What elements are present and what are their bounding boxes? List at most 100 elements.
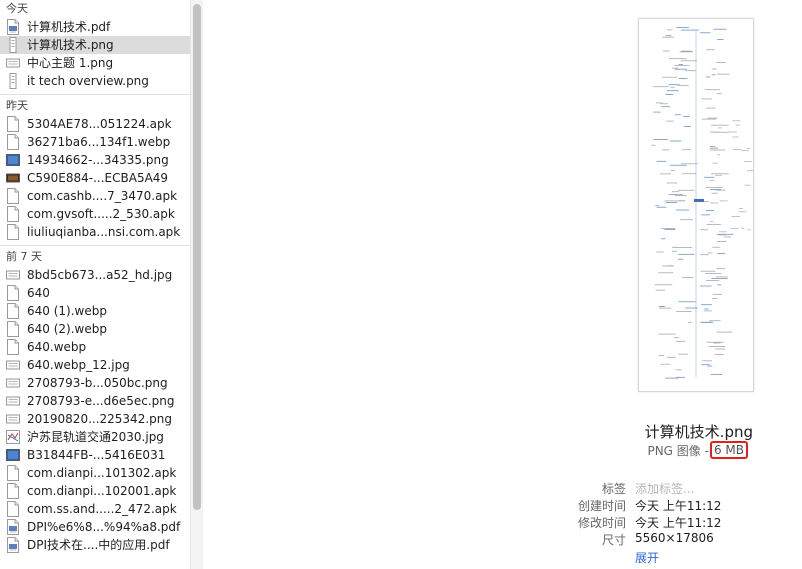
mindmap-mark [716,331,733,333]
file-item[interactable]: com.ss.and.....2_472.apk [0,500,190,518]
mindmap-mark [663,50,670,52]
mindmap-mark [654,205,660,207]
file-item[interactable]: C590E884-...ECBA5A49 [0,169,190,187]
blank-file-icon [6,188,20,204]
group-separator [0,94,190,95]
mindmap-mark [662,76,677,78]
file-item[interactable]: com.gvsoft.....2_530.apk [0,205,190,223]
file-item[interactable]: DPI技术在....中的应用.pdf [0,536,190,554]
mindmap-mark [706,341,724,343]
mindmap-mark [678,353,689,355]
file-item[interactable]: 5304AE78...051224.apk [0,115,190,133]
mindmap-mark [701,118,716,120]
mindmap-mark [679,219,693,221]
file-item[interactable]: it tech overview.png [0,72,190,90]
expand-link[interactable]: 展开 [635,549,659,566]
file-item[interactable]: 2708793-e...d6e5ec.png [0,392,190,410]
mindmap-mark [665,377,679,379]
mindmap-mark [712,298,718,299]
file-item[interactable]: 14934662-...34335.png [0,151,190,169]
file-item-label: it tech overview.png [27,74,149,88]
scrollbar-thumb[interactable] [193,4,201,510]
mindmap-mark [739,211,747,213]
file-item[interactable]: B31844FB-...5416E031 [0,446,190,464]
mindmap-mark [700,32,711,34]
file-item[interactable]: 640 (2).webp [0,320,190,338]
mindmap-mark [713,28,727,30]
mindmap-mark [711,68,717,70]
file-size-highlighted: 6 MB [709,441,748,459]
mindmap-mark [687,321,693,323]
mindmap-mark [674,195,687,197]
mindmap-mark [664,229,676,230]
mindmap-mark [660,363,671,365]
file-item-label: 2708793-e...d6e5ec.png [27,394,175,408]
image-thumbnail[interactable] [638,18,754,392]
file-item[interactable]: DPI%e6%8...%94%a8.pdf [0,518,190,536]
mindmap-mark [676,27,689,28]
file-item[interactable]: 8bd5cb673...a52_hd.jpg [0,266,190,284]
file-item[interactable]: com.dianpi...101302.apk [0,464,190,482]
mindmap-mark [671,191,680,193]
metadata-value: 今天 上午11:12 [635,499,722,513]
metadata-key: 尺寸 [601,533,626,547]
mindmap-mark [715,189,726,191]
sidebar-scrollbar[interactable] [190,0,203,569]
file-item[interactable]: 2708793-b...050bc.png [0,374,190,392]
mindmap-mark [662,265,670,267]
mindmap-mark [660,173,672,175]
mindmap-mark [678,200,686,202]
file-item[interactable]: 640.webp_12.jpg [0,356,190,374]
metadata-value: 今天 上午11:12 [635,516,722,530]
mindmap-mark [658,333,676,335]
mindmap-mark [707,252,713,254]
mindmap-mark [665,35,672,37]
file-item[interactable]: 640 [0,284,190,302]
file-item[interactable]: 36271ba6...134f1.webp [0,133,190,151]
file-item-label: com.cashb....7_3470.apk [27,189,178,203]
mindmap-mark [658,272,674,274]
mindmap-mark [716,73,730,75]
mindmap-mark [735,124,740,126]
mindmap-mark [716,93,722,95]
mindmap-mark [659,307,672,309]
metadata-row: 创建时间 今天 上午11:12 [203,497,802,514]
file-item-label: C590E884-...ECBA5A49 [27,171,169,185]
mindmap-mark [732,149,742,151]
file-item[interactable]: 沪苏昆轨道交通2030.jpg [0,428,190,446]
mindmap-mark [699,229,709,231]
mindmap-mark [655,289,666,291]
file-item[interactable]: 20190820...225342.png [0,410,190,428]
mindmap-mark [744,161,752,162]
file-item[interactable]: com.cashb....7_3470.apk [0,187,190,205]
mindmap-mark [712,246,721,248]
mindmap-mark [732,120,741,122]
wide-image-file-icon [6,411,20,427]
mindmap-mark [715,174,722,176]
mindmap-mark [703,310,712,312]
group-header: 今天 [6,2,28,15]
mindmap-mark [682,149,691,151]
file-item[interactable]: 中心主题 1.png [0,54,190,72]
file-item[interactable]: 计算机技术.png [0,36,190,54]
mindmap-mark [666,182,678,184]
map-image-file-icon [6,429,20,445]
file-item-label: 5304AE78...051224.apk [27,117,172,131]
mindmap-mark [667,356,676,358]
blank-file-icon [6,483,20,499]
file-item-label: com.dianpi...101302.apk [27,466,177,480]
file-item[interactable]: com.dianpi...102001.apk [0,482,190,500]
file-kind-line: PNG 图像 - 6 MB [647,441,748,459]
file-item[interactable]: 640 (1).webp [0,302,190,320]
file-item-label: com.gvsoft.....2_530.apk [27,207,175,221]
file-item-label: DPI技术在....中的应用.pdf [27,538,170,552]
mindmap-mark [741,227,745,229]
add-tags-field[interactable]: 添加标签... [635,480,694,497]
file-item[interactable]: 640.webp [0,338,190,356]
mindmap-mark [707,365,713,367]
file-item[interactable]: 计算机技术.pdf [0,18,190,36]
file-item[interactable]: liuliuqianba...nsi.com.apk [0,223,190,241]
wide-image-file-icon [6,393,20,409]
mindmap-mark [710,221,714,222]
mindmap-mark [709,147,718,149]
